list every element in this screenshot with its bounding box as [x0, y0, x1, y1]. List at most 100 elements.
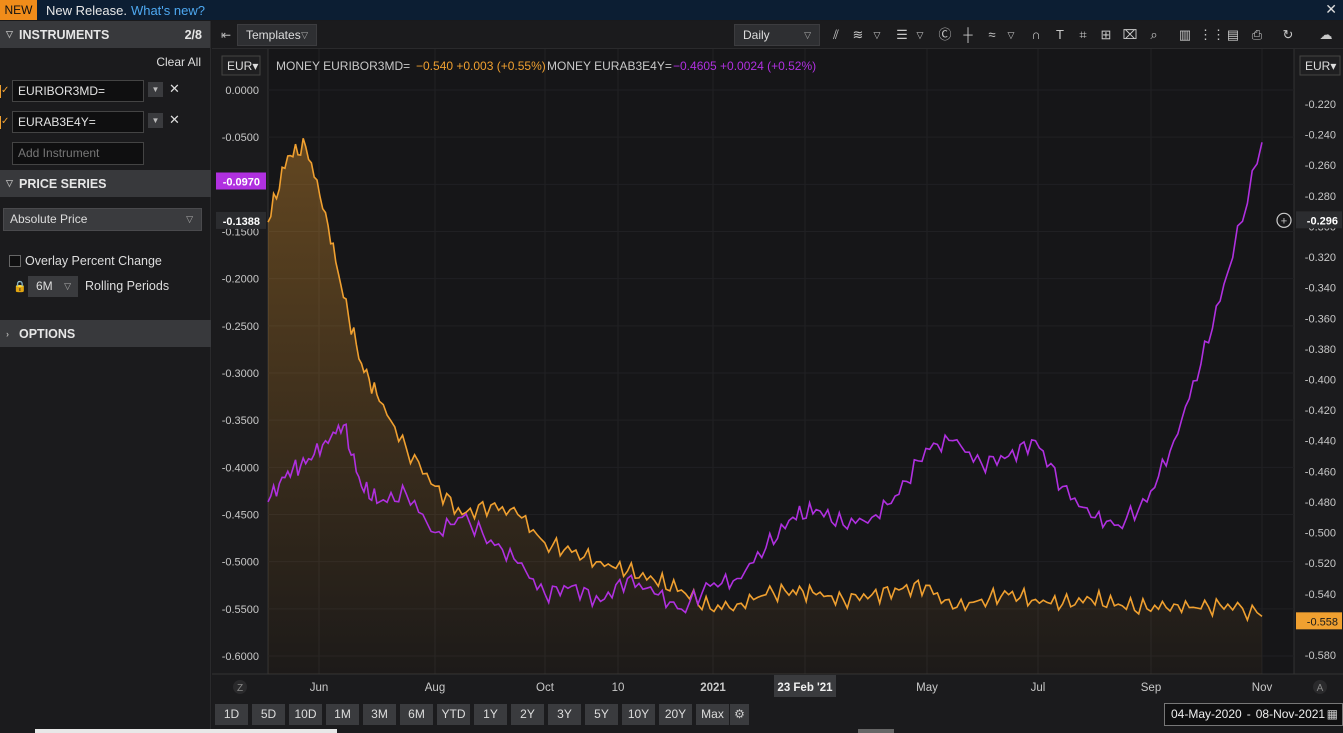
new-badge: NEW: [0, 0, 37, 20]
left-tick-label: -0.5500: [222, 604, 259, 616]
overlay-icon[interactable]: ≋: [848, 25, 868, 45]
export-icon[interactable]: ⎙: [1247, 25, 1267, 45]
range-button[interactable]: 3M: [363, 704, 396, 725]
select-icon[interactable]: ⌗: [1073, 25, 1093, 45]
range-bar: 1D 5D 10D 1M 3M 6M YTD 1Y 2Y 3Y 5Y 10Y 20Y Max ⚙ 04-M…: [212, 701, 1343, 733]
zoom-icon[interactable]: ⌕: [1144, 25, 1164, 45]
clear-all-button[interactable]: Clear All: [156, 55, 201, 69]
price-type-select[interactable]: Absolute Price ▽: [3, 208, 202, 231]
range-button[interactable]: 10Y: [622, 704, 655, 725]
date-separator: -: [1246, 707, 1251, 721]
calendar-icon[interactable]: ▦: [1327, 704, 1338, 725]
chart-type-icon[interactable]: ⫽: [826, 25, 846, 45]
instrument-row: ✓ EURAB3E4Y= ▼ ✕: [0, 111, 211, 133]
left-currency-label: EUR▾: [227, 59, 258, 73]
chevron-down-icon[interactable]: ▽: [913, 25, 927, 45]
range-button[interactable]: 5Y: [585, 704, 618, 725]
bar-chart-icon[interactable]: ▥: [1175, 25, 1195, 45]
right-tick-label: -0.520: [1305, 558, 1336, 570]
templates-button[interactable]: Templates ▽: [237, 24, 317, 46]
price-type-value: Absolute Price: [10, 212, 88, 226]
x-tick-label: 2021: [700, 682, 726, 694]
instrument-checkbox[interactable]: ✓: [0, 116, 9, 129]
instrument-row: ✓ EURIBOR3MD= ▼ ✕: [0, 80, 211, 102]
left-tick-label: -0.4500: [222, 510, 259, 522]
right-tick-label: -0.380: [1305, 344, 1336, 356]
rolling-period-select[interactable]: 6M ▽: [28, 276, 78, 297]
range-button[interactable]: YTD: [437, 704, 470, 725]
interval-select[interactable]: Daily ▽: [734, 24, 820, 46]
chart-area[interactable]: 0.0000-0.0500-0.1000-0.1500-0.2000-0.250…: [212, 49, 1343, 701]
range-button[interactable]: 20Y: [659, 704, 692, 725]
chevron-down-icon: ▽: [301, 30, 308, 40]
range-button[interactable]: 1Y: [474, 704, 507, 725]
cloud-icon[interactable]: ☁: [1312, 25, 1340, 45]
whats-new-link[interactable]: What's new?: [131, 3, 205, 18]
x-tick-label: 10: [612, 682, 625, 694]
remove-icon[interactable]: ✕: [169, 112, 180, 128]
date-range-input[interactable]: 04-May-2020-08-Nov-2021 ▦: [1164, 703, 1343, 726]
grid-icon[interactable]: ⋮⋮: [1199, 25, 1225, 45]
templates-label: Templates: [246, 28, 301, 42]
range-button[interactable]: 3Y: [548, 704, 581, 725]
studies-icon[interactable]: ≈: [982, 25, 1002, 45]
range-button[interactable]: 1M: [326, 704, 359, 725]
options-header[interactable]: › OPTIONS: [0, 320, 211, 347]
series2-label: MONEY EURAB3E4Y=: [547, 59, 672, 73]
chevron-down-icon[interactable]: ▼: [148, 113, 163, 128]
fit-icon[interactable]: ⊞: [1096, 25, 1116, 45]
currency-icon[interactable]: Ⓒ: [935, 25, 955, 45]
left-tick-label: -0.2500: [222, 321, 259, 333]
add-instrument-input[interactable]: Add Instrument: [12, 142, 144, 165]
price-series-header[interactable]: ▽ PRICE SERIES: [0, 170, 211, 197]
close-icon[interactable]: ✕: [1325, 1, 1337, 18]
list-icon[interactable]: ☰: [892, 25, 912, 45]
x-tick-label: Nov: [1252, 682, 1273, 694]
series1-values: −0.540 +0.003 (+0.55%): [416, 59, 546, 73]
range-button[interactable]: 5D: [252, 704, 285, 725]
overlay-checkbox[interactable]: [9, 255, 21, 267]
overlay-label: Overlay Percent Change: [25, 254, 162, 268]
table-icon[interactable]: ▤: [1223, 25, 1243, 45]
instruments-count: 2/8: [184, 27, 202, 42]
right-tick-label: -0.440: [1305, 436, 1336, 448]
right-tick-label: -0.500: [1305, 528, 1336, 540]
crosshair-icon[interactable]: ┼: [958, 25, 978, 45]
magnet-icon[interactable]: ∩: [1026, 25, 1046, 45]
right-tick-label: -0.460: [1305, 466, 1336, 478]
right-tick-label: -0.340: [1305, 283, 1336, 295]
chevron-down-icon[interactable]: ▽: [870, 25, 884, 45]
range-button[interactable]: 10D: [289, 704, 322, 725]
text-icon[interactable]: T: [1050, 25, 1070, 45]
collapse-panel-icon[interactable]: ⇤: [220, 25, 232, 45]
date-from[interactable]: 04-May-2020: [1171, 707, 1242, 721]
left-tick-label: -0.6000: [222, 651, 259, 663]
right-tick-label: -0.420: [1305, 405, 1336, 417]
refresh-icon[interactable]: ↻: [1278, 25, 1298, 45]
chart-toolbar: ⇤ Templates ▽ Daily ▽ ⫽ ≋ ▽ ☰ ▽ Ⓒ ┼ ≈ ▽ …: [212, 21, 1343, 49]
right-tick-label: -0.540: [1305, 589, 1336, 601]
range-button[interactable]: 6M: [400, 704, 433, 725]
instrument-checkbox[interactable]: ✓: [0, 85, 9, 98]
chevron-down-icon[interactable]: ▼: [148, 82, 163, 97]
range-button[interactable]: 1D: [215, 704, 248, 725]
left-tick-label: -0.4000: [222, 462, 259, 474]
range-button[interactable]: 2Y: [511, 704, 544, 725]
scrollbar-thumb[interactable]: [35, 729, 337, 733]
left-purple-marker-label: -0.0970: [223, 177, 260, 189]
lock-icon[interactable]: 🔒: [13, 280, 27, 293]
right-tick-label: -0.480: [1305, 497, 1336, 509]
release-text: New Release.: [46, 2, 127, 18]
remove-icon[interactable]: ✕: [169, 81, 180, 97]
range-button[interactable]: Max: [696, 704, 729, 725]
sidebar: ▽ INSTRUMENTS 2/8 Clear All ✓ EURIBOR3MD…: [0, 21, 211, 733]
draw-icon[interactable]: ⌧: [1120, 25, 1140, 45]
chart-svg[interactable]: 0.0000-0.0500-0.1000-0.1500-0.2000-0.250…: [212, 49, 1343, 701]
chevron-down-icon[interactable]: ▽: [1004, 25, 1018, 45]
instruments-header[interactable]: ▽ INSTRUMENTS 2/8: [0, 21, 210, 48]
instrument-field[interactable]: EURAB3E4Y=: [12, 111, 144, 133]
instrument-field[interactable]: EURIBOR3MD=: [12, 80, 144, 102]
date-to[interactable]: 08-Nov-2021: [1256, 707, 1325, 721]
scrollbar-thumb[interactable]: [858, 729, 894, 733]
settings-icon[interactable]: ⚙: [730, 704, 749, 725]
